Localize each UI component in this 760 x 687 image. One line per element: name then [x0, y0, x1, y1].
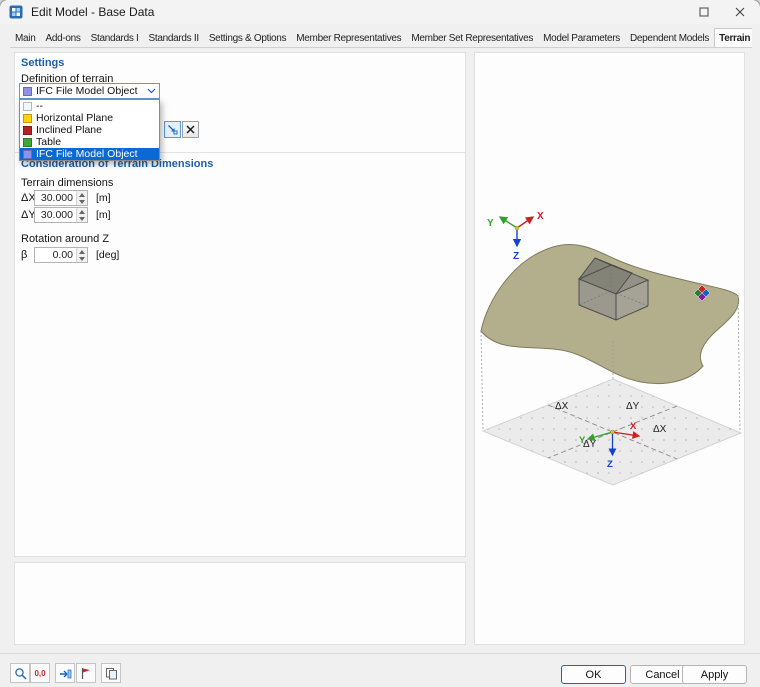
pick-object-button[interactable]	[164, 121, 181, 138]
beta-row: β [deg]	[21, 247, 119, 263]
dx-input-wrap	[34, 190, 88, 206]
window-title: Edit Model - Base Data	[31, 5, 155, 19]
terrain-type-combobox[interactable]: IFC File Model Object	[19, 83, 160, 99]
tab-member-representatives[interactable]: Member Representatives	[291, 28, 406, 47]
option-swatch	[23, 149, 32, 159]
tab-standards-i[interactable]: Standards I	[86, 28, 144, 47]
dy-unit: [m]	[96, 209, 111, 221]
ok-button[interactable]: OK	[561, 665, 626, 684]
dx-unit: [m]	[96, 192, 111, 204]
option-swatch	[23, 137, 32, 147]
title-bar: Edit Model - Base Data	[0, 0, 760, 24]
app-icon	[9, 5, 23, 19]
option-swatch	[23, 125, 32, 135]
dropdown-item-table[interactable]: Table	[20, 136, 159, 148]
terrain-color-swatch	[23, 86, 32, 96]
option-swatch	[23, 101, 32, 111]
delete-x-icon	[186, 125, 195, 134]
dropdown-item-ifc-file-model-object[interactable]: IFC File Model Object	[20, 148, 159, 160]
arrow-icon	[59, 669, 71, 678]
magnifier-button[interactable]	[10, 663, 30, 683]
maximize-icon	[699, 7, 709, 17]
ground-plane: ΔX ΔY ΔX ΔY X Y Z	[481, 378, 743, 486]
maximize-button[interactable]	[686, 0, 722, 24]
close-button[interactable]	[722, 0, 758, 24]
combobox-value: IFC File Model Object	[36, 85, 138, 97]
terrain-preview-3d[interactable]: X Y Z ΔX ΔY ΔX ΔY X Y Z	[475, 53, 744, 644]
flag-button[interactable]	[76, 663, 96, 683]
option-label: Table	[36, 136, 62, 148]
dropdown-item-none[interactable]: --	[20, 100, 159, 112]
tab-dependent-models[interactable]: Dependent Models	[625, 28, 714, 47]
terrain-dimensions-label: Terrain dimensions	[21, 177, 114, 189]
beta-label: β	[21, 249, 28, 261]
option-label: --	[36, 100, 43, 112]
flag-icon	[81, 667, 90, 679]
tab-bar: Main Add-ons Standards I Standards II Se…	[10, 28, 752, 48]
tab-main[interactable]: Main	[10, 28, 40, 47]
beta-input-wrap	[34, 247, 88, 263]
magnifier-icon	[14, 667, 27, 680]
copy-icon	[105, 667, 117, 679]
edit-model-dialog: Edit Model - Base Data Main Add-ons Stan…	[0, 0, 760, 687]
option-label: Horizontal Plane	[36, 112, 114, 124]
tab-terrain[interactable]: Terrain	[714, 28, 752, 47]
decimal-places-icon: 0,0	[34, 668, 46, 678]
plane-dy-top-label: ΔY	[626, 401, 640, 412]
beta-spinner[interactable]	[76, 248, 87, 262]
chevron-down-icon	[147, 88, 156, 94]
decimal-places-button[interactable]: 0,0	[30, 663, 50, 683]
rotation-around-z-label: Rotation around Z	[21, 233, 110, 245]
plane-dx-right-label: ΔX	[653, 424, 667, 435]
terrain-type-dropdown: -- Horizontal Plane Inclined Plane Table…	[19, 99, 160, 161]
footer: 0,0 OK Cancel Apply	[0, 653, 760, 687]
settings-header: Settings	[21, 57, 65, 69]
dy-input-wrap	[34, 207, 88, 223]
close-icon	[735, 7, 745, 17]
dx-row: ΔX [m]	[21, 190, 111, 206]
option-swatch	[23, 113, 32, 123]
axis-x-label: X	[537, 211, 544, 222]
delete-terrain-button[interactable]	[182, 121, 199, 138]
dropdown-item-horizontal-plane[interactable]: Horizontal Plane	[20, 112, 159, 124]
dy-spinner[interactable]	[76, 208, 87, 222]
tab-standards-ii[interactable]: Standards II	[143, 28, 203, 47]
plane-axis-y-label: Y	[579, 435, 586, 446]
tab-add-ons[interactable]: Add-ons	[40, 28, 85, 47]
apply-button[interactable]: Apply	[682, 665, 747, 684]
preview-panel: X Y Z ΔX ΔY ΔX ΔY X Y Z	[474, 52, 745, 645]
settings-panel: Settings Definition of terrain IFC File …	[14, 52, 466, 557]
dy-label: ΔY	[21, 209, 36, 221]
beta-unit: [deg]	[96, 249, 120, 261]
option-label: Inclined Plane	[36, 124, 102, 136]
option-label: IFC File Model Object	[36, 148, 138, 160]
dx-label: ΔX	[21, 192, 36, 204]
pick-arrow-icon	[168, 125, 178, 135]
plane-dx-top-label: ΔX	[555, 401, 569, 412]
arrow-button[interactable]	[55, 663, 75, 683]
dx-spinner[interactable]	[76, 191, 87, 205]
dy-row: ΔY [m]	[21, 207, 111, 223]
tab-settings-options[interactable]: Settings & Options	[204, 28, 291, 47]
plane-axis-z-label: Z	[607, 459, 613, 470]
tab-member-set-representatives[interactable]: Member Set Representatives	[406, 28, 538, 47]
axis-y-label: Y	[487, 218, 494, 229]
copy-button[interactable]	[101, 663, 121, 683]
tab-model-parameters[interactable]: Model Parameters	[538, 28, 625, 47]
dropdown-item-inclined-plane[interactable]: Inclined Plane	[20, 124, 159, 136]
axis-z-label: Z	[513, 251, 519, 262]
plane-axis-x-label: X	[630, 421, 637, 432]
empty-panel	[14, 562, 466, 645]
